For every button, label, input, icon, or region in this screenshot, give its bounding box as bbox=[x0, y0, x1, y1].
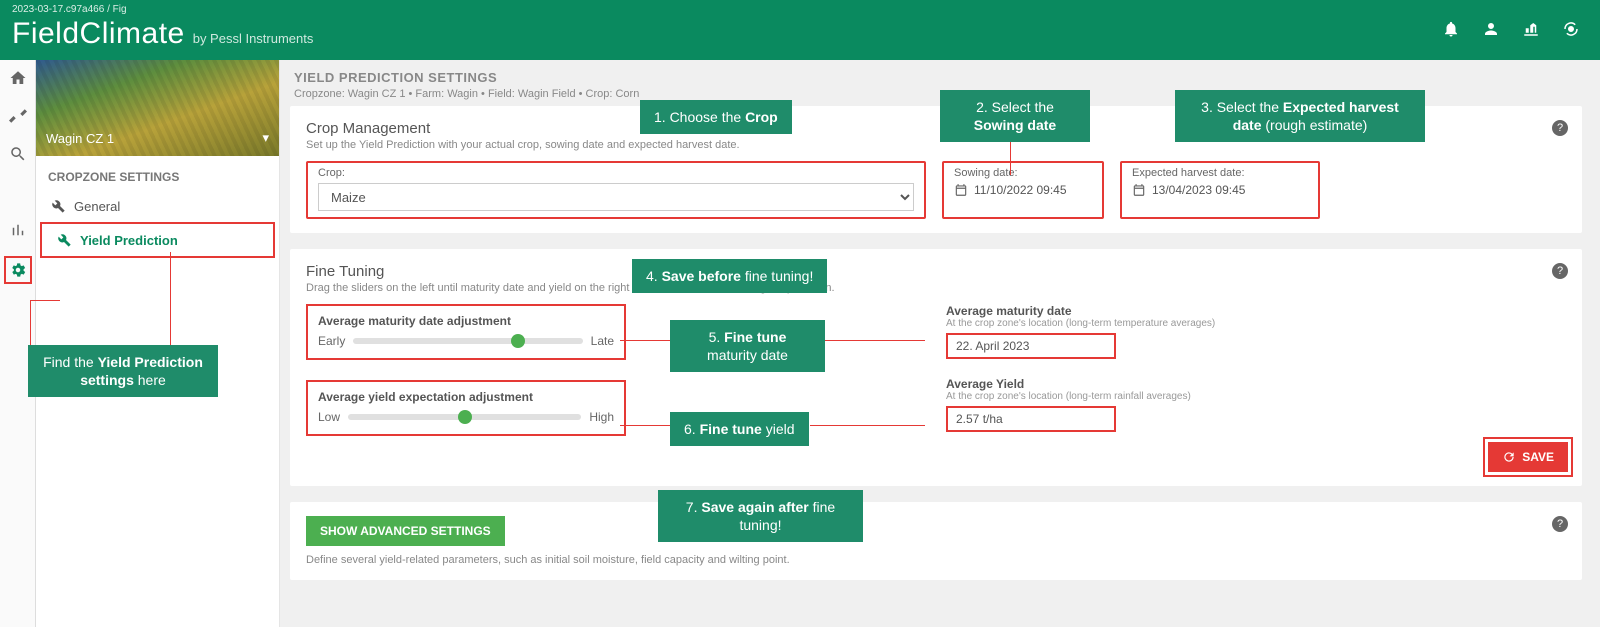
sidebar-item-label: General bbox=[74, 199, 120, 214]
calendar-icon bbox=[1132, 183, 1146, 197]
rail-search[interactable] bbox=[6, 142, 30, 166]
logo[interactable]: FieldClimate by Pessl Instruments bbox=[12, 17, 313, 51]
save-label: SAVE bbox=[1522, 450, 1554, 464]
maturity-slider-right-label: Late bbox=[591, 334, 614, 348]
rail-chart[interactable] bbox=[6, 218, 30, 242]
callout-find: Find the Yield Prediction settings here bbox=[28, 345, 218, 397]
page-title: YIELD PREDICTION SETTINGS bbox=[294, 70, 1582, 85]
callout-5: 5. Fine tune maturity date bbox=[670, 320, 825, 372]
avg-yield-title: Average Yield bbox=[946, 377, 1246, 391]
rail-weather[interactable] bbox=[6, 180, 30, 204]
help-icon[interactable]: ? bbox=[1552, 263, 1568, 279]
farm-icon[interactable] bbox=[1522, 20, 1540, 41]
yield-slider-left-label: Low bbox=[318, 410, 340, 424]
sowing-label: Sowing date: bbox=[954, 167, 1092, 179]
callout-6: 6. Fine tune yield bbox=[670, 412, 809, 446]
harvest-label: Expected harvest date: bbox=[1132, 167, 1308, 179]
bell-icon[interactable] bbox=[1442, 20, 1460, 41]
sidebar-section-title: CROPZONE SETTINGS bbox=[36, 156, 279, 190]
card-fine-tuning: Fine Tuning Drag the sliders on the left… bbox=[290, 249, 1582, 486]
red-connector bbox=[170, 252, 171, 345]
slider-thumb[interactable] bbox=[511, 334, 525, 348]
chevron-down-icon: ▾ bbox=[262, 130, 269, 146]
build-tag: 2023-03-17.c97a466 / Fig bbox=[12, 4, 127, 15]
red-connector bbox=[30, 300, 31, 345]
sidebar: Wagin CZ 1 ▾ CROPZONE SETTINGS General Y… bbox=[36, 60, 280, 627]
card-advanced: ? SHOW ADVANCED SETTINGS Define several … bbox=[290, 502, 1582, 580]
callout-4: 4. Save before fine tuning! bbox=[632, 259, 827, 293]
help-icon[interactable]: ? bbox=[1552, 516, 1568, 532]
crop-label: Crop: bbox=[318, 167, 914, 179]
red-connector bbox=[825, 340, 925, 341]
wrench-icon bbox=[50, 198, 66, 214]
brand-sub: by Pessl Instruments bbox=[193, 31, 314, 46]
save-button[interactable]: SAVE bbox=[1488, 442, 1568, 472]
red-connector bbox=[1010, 140, 1011, 175]
sowing-box[interactable]: Sowing date: 11/10/2022 09:45 bbox=[942, 161, 1104, 219]
cropzone-hero[interactable]: Wagin CZ 1 ▾ bbox=[36, 60, 279, 156]
avg-maturity-title: Average maturity date bbox=[946, 304, 1246, 318]
avg-maturity-sub: At the crop zone's location (long-term t… bbox=[946, 318, 1246, 329]
wrench-icon bbox=[56, 232, 72, 248]
advanced-desc: Define several yield-related parameters,… bbox=[306, 554, 1566, 566]
rail-home[interactable] bbox=[6, 66, 30, 90]
yield-slider-box: Average yield expectation adjustment Low… bbox=[306, 380, 626, 436]
sidebar-item-general[interactable]: General bbox=[36, 190, 279, 222]
sidebar-item-label: Yield Prediction bbox=[80, 233, 178, 248]
avg-maturity-field: Average maturity date At the crop zone's… bbox=[946, 304, 1246, 359]
harvest-value: 13/04/2023 09:45 bbox=[1152, 183, 1245, 197]
harvest-box[interactable]: Expected harvest date: 13/04/2023 09:45 bbox=[1120, 161, 1320, 219]
callout-3: 3. Select the Expected harvest date (rou… bbox=[1175, 90, 1425, 142]
help-icon[interactable]: ? bbox=[1552, 120, 1568, 136]
red-connector bbox=[620, 425, 670, 426]
red-connector bbox=[30, 300, 60, 301]
rail-settings[interactable] bbox=[4, 256, 32, 284]
cropzone-name: Wagin CZ 1 bbox=[46, 131, 114, 146]
slider-thumb[interactable] bbox=[458, 410, 472, 424]
rail-satellite[interactable] bbox=[6, 104, 30, 128]
maturity-slider-box: Average maturity date adjustment Early L… bbox=[306, 304, 626, 360]
crop-box: Crop: Maize bbox=[306, 161, 926, 219]
fine-tuning-sub: Drag the sliders on the left until matur… bbox=[306, 282, 1566, 294]
yield-slider-title: Average yield expectation adjustment bbox=[318, 390, 614, 404]
maturity-slider-left-label: Early bbox=[318, 334, 345, 348]
user-icon[interactable] bbox=[1482, 20, 1500, 41]
brand-name: FieldClimate bbox=[12, 17, 185, 51]
yield-slider[interactable] bbox=[348, 414, 581, 420]
refresh-icon bbox=[1502, 450, 1516, 464]
maturity-slider-title: Average maturity date adjustment bbox=[318, 314, 614, 328]
yield-slider-right-label: High bbox=[589, 410, 614, 424]
main: YIELD PREDICTION SETTINGS Cropzone: Wagi… bbox=[280, 60, 1600, 627]
red-connector bbox=[810, 425, 925, 426]
avg-yield-field: Average Yield At the crop zone's locatio… bbox=[946, 377, 1246, 432]
sowing-value: 11/10/2022 09:45 bbox=[974, 183, 1067, 197]
red-connector bbox=[620, 340, 670, 341]
calendar-icon bbox=[954, 183, 968, 197]
broadcast-icon[interactable] bbox=[1562, 20, 1580, 41]
topbar: 2023-03-17.c97a466 / Fig FieldClimate by… bbox=[0, 0, 1600, 60]
header-icons bbox=[1442, 20, 1580, 41]
callout-7: 7. Save again after fine tuning! bbox=[658, 490, 863, 542]
show-advanced-button[interactable]: SHOW ADVANCED SETTINGS bbox=[306, 516, 505, 546]
callout-2: 2. Select the Sowing date bbox=[940, 90, 1090, 142]
fine-tuning-heading: Fine Tuning bbox=[306, 263, 1566, 280]
maturity-slider[interactable] bbox=[353, 338, 582, 344]
avg-yield-sub: At the crop zone's location (long-term r… bbox=[946, 391, 1246, 402]
avg-yield-value: 2.57 t/ha bbox=[946, 406, 1116, 432]
sidebar-item-yield-prediction[interactable]: Yield Prediction bbox=[40, 222, 275, 258]
avg-maturity-value: 22. April 2023 bbox=[946, 333, 1116, 359]
callout-1: 1. Choose the Crop bbox=[640, 100, 792, 134]
crop-select[interactable]: Maize bbox=[318, 183, 914, 211]
